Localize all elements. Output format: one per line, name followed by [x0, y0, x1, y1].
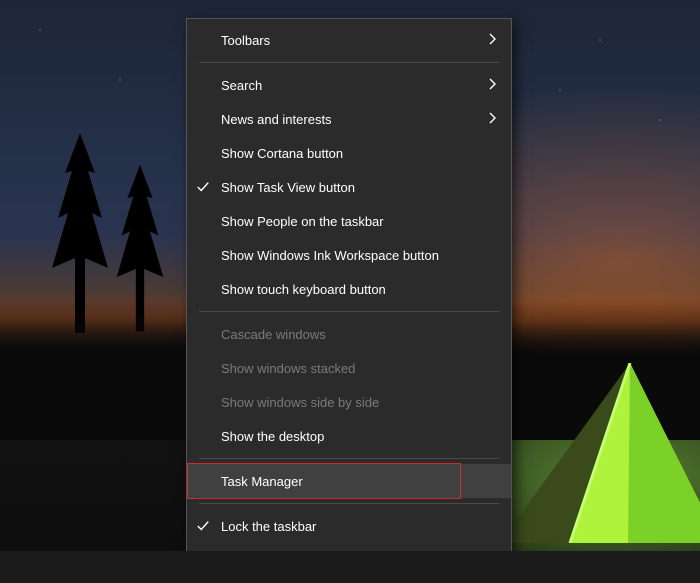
menu-item-taskmgr[interactable]: Task Manager [187, 464, 511, 498]
menu-separator [199, 62, 499, 63]
menu-item-sidebyside: Show windows side by side [187, 385, 511, 419]
chevron-right-icon [487, 33, 497, 48]
menu-item-news[interactable]: News and interests [187, 102, 511, 136]
icon-placeholder [195, 394, 211, 410]
icon-placeholder [195, 326, 211, 342]
menu-item-lock[interactable]: Lock the taskbar [187, 509, 511, 543]
wallpaper-tent [490, 363, 700, 543]
menu-item-people[interactable]: Show People on the taskbar [187, 204, 511, 238]
menu-separator [199, 458, 499, 459]
menu-item-label: Lock the taskbar [221, 519, 497, 534]
taskbar-context-menu: Toolbars Search News and interests Show Cor… [186, 18, 512, 582]
menu-separator [199, 503, 499, 504]
menu-item-taskview[interactable]: Show Task View button [187, 170, 511, 204]
menu-item-label: News and interests [221, 112, 487, 127]
desktop-wallpaper: Toolbars Search News and interests Show Cor… [0, 0, 700, 583]
menu-item-label: Show Task View button [221, 180, 497, 195]
menu-item-toolbars[interactable]: Toolbars [187, 23, 511, 57]
menu-item-touchkb[interactable]: Show touch keyboard button [187, 272, 511, 306]
icon-placeholder [195, 281, 211, 297]
check-icon [195, 518, 211, 534]
icon-placeholder [195, 32, 211, 48]
chevron-right-icon [487, 78, 497, 93]
icon-placeholder [195, 145, 211, 161]
check-icon [195, 179, 211, 195]
menu-item-label: Show People on the taskbar [221, 214, 497, 229]
taskbar[interactable] [0, 551, 700, 583]
menu-item-search[interactable]: Search [187, 68, 511, 102]
icon-placeholder [195, 213, 211, 229]
menu-item-cascade: Cascade windows [187, 317, 511, 351]
menu-item-label: Show Cortana button [221, 146, 497, 161]
menu-item-showdesktop[interactable]: Show the desktop [187, 419, 511, 453]
menu-item-label: Show the desktop [221, 429, 497, 444]
icon-placeholder [195, 428, 211, 444]
menu-item-cortana[interactable]: Show Cortana button [187, 136, 511, 170]
menu-item-label: Show windows side by side [221, 395, 497, 410]
menu-item-label: Show windows stacked [221, 361, 497, 376]
icon-placeholder [195, 247, 211, 263]
menu-item-label: Search [221, 78, 487, 93]
icon-placeholder [195, 111, 211, 127]
menu-item-stacked: Show windows stacked [187, 351, 511, 385]
icon-placeholder [195, 360, 211, 376]
menu-item-label: Toolbars [221, 33, 487, 48]
chevron-right-icon [487, 112, 497, 127]
menu-item-label: Cascade windows [221, 327, 497, 342]
menu-item-label: Task Manager [221, 474, 497, 489]
icon-placeholder [195, 473, 211, 489]
menu-item-ink[interactable]: Show Windows Ink Workspace button [187, 238, 511, 272]
menu-separator [199, 311, 499, 312]
menu-item-label: Show Windows Ink Workspace button [221, 248, 497, 263]
menu-item-label: Show touch keyboard button [221, 282, 497, 297]
icon-placeholder [195, 77, 211, 93]
